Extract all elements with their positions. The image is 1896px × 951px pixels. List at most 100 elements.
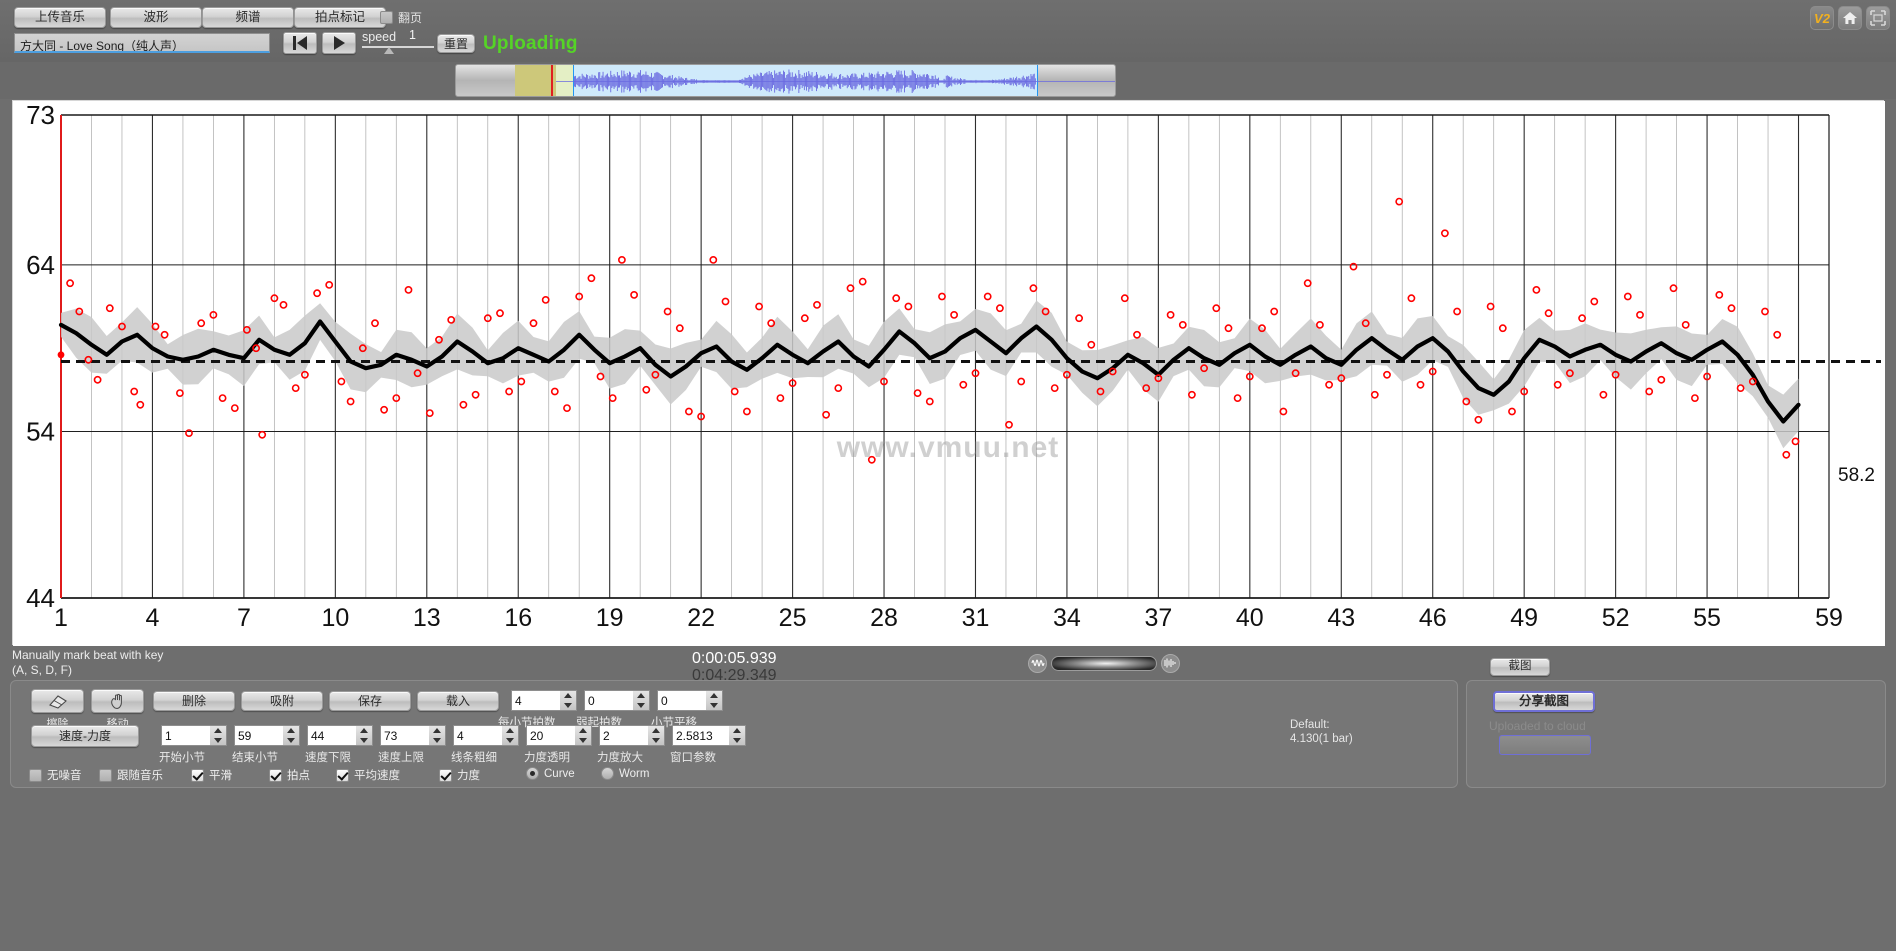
stepper-up-icon[interactable] [710,693,718,698]
snap-button[interactable]: 吸附 [241,691,323,711]
checkbox-box-average-tempo[interactable] [336,769,349,782]
checkbox-box-follow-music[interactable] [99,769,112,782]
page-flip-checkbox[interactable]: 翻页 [380,9,422,26]
screenshot-button[interactable]: 截图 [1490,658,1550,676]
stepper-up-icon[interactable] [579,728,587,733]
tempo-max-input[interactable]: 73 [380,725,430,746]
curve-mode-radio[interactable]: Curve [526,767,575,780]
stepper-up-icon[interactable] [287,728,295,733]
smooth-checkbox[interactable]: 平滑 [191,767,232,783]
window-param-stepper[interactable] [729,725,746,746]
volume-slider-track[interactable] [1051,656,1157,671]
speed-slider-thumb[interactable] [384,47,394,54]
x-tick-label: 49 [1510,604,1538,632]
stepper-down-icon[interactable] [287,738,295,743]
line-thickness-input[interactable]: 4 [453,725,503,746]
stepper-down-icon[interactable] [433,738,441,743]
tempo-chart-panel[interactable]: 7364544414710131619222528313437404346495… [12,100,1884,645]
checkbox-box-smooth[interactable] [191,769,204,782]
bar-offset-stepper[interactable] [706,690,723,711]
eraser-icon [47,693,69,709]
dynamics-checkbox[interactable]: 力度 [439,767,480,783]
tempo-min-input[interactable]: 44 [307,725,357,746]
end-bar-label: 结束小节 [232,749,278,765]
window-param-input[interactable]: 2.5813 [672,725,730,746]
beat-mark-button[interactable]: 拍点标记 [294,7,386,28]
checkbox-box-beat-points[interactable] [269,769,282,782]
stepper-up-icon[interactable] [733,728,741,733]
speed-slider[interactable]: speed 1 [362,28,434,46]
overview-waveform[interactable] [455,64,1116,97]
checkbox-box-dynamics[interactable] [439,769,452,782]
waveform-right-icon[interactable] [1161,654,1180,673]
overview-playhead[interactable] [551,65,553,96]
dynamics-scale-stepper[interactable] [648,725,665,746]
stepper-up-icon[interactable] [564,693,572,698]
no-noise-checkbox[interactable]: 无噪音 [29,767,82,783]
upload-music-button[interactable]: 上传音乐 [14,7,106,28]
stepper-down-icon[interactable] [579,738,587,743]
tempo-min-stepper[interactable] [356,725,373,746]
v2-badge-icon[interactable]: V2 [1810,6,1834,30]
tempo-max-stepper[interactable] [429,725,446,746]
window-param-label: 窗口参数 [670,749,716,765]
cloud-upload-status: Uploaded to cloud [1489,719,1586,733]
spectrum-button[interactable]: 频谱 [202,7,294,28]
bar-offset-value: 0 [661,694,668,708]
home-icon[interactable] [1838,6,1862,30]
dynamics-opacity-stepper[interactable] [575,725,592,746]
fullscreen-icon[interactable] [1866,6,1890,30]
start-bar-stepper[interactable] [210,725,227,746]
stepper-down-icon[interactable] [360,738,368,743]
song-title-field[interactable]: 方大同 - Love Song（纯人声） [14,33,270,53]
load-button[interactable]: 载入 [417,691,499,711]
beats-per-bar-input[interactable]: 4 [511,690,561,711]
bar-offset-input[interactable]: 0 [657,690,707,711]
follow-music-checkbox[interactable]: 跟随音乐 [99,767,163,783]
radio-dot-curve[interactable] [526,767,539,780]
rewind-to-start-button[interactable] [283,32,317,54]
save-button[interactable]: 保存 [329,691,411,711]
speed-slider-track[interactable] [362,46,434,48]
stepper-up-icon[interactable] [637,693,645,698]
tempo-chart-svg[interactable]: 7364544414710131619222528313437404346495… [13,101,1885,646]
radio-dot-worm[interactable] [601,767,614,780]
dynamics-opacity-input[interactable]: 20 [526,725,576,746]
stepper-up-icon[interactable] [433,728,441,733]
stepper-up-icon[interactable] [360,728,368,733]
play-button[interactable] [322,32,356,54]
beat-points-checkbox[interactable]: 拍点 [269,767,310,783]
move-tool[interactable] [91,689,144,713]
stepper-down-icon[interactable] [652,738,660,743]
tempo-dynamics-mode-button[interactable]: 速度-力度 [31,725,139,747]
stepper-down-icon[interactable] [733,738,741,743]
stepper-up-icon[interactable] [506,728,514,733]
checkbox-box-page-flip[interactable] [380,11,393,24]
end-bar-stepper[interactable] [283,725,300,746]
start-bar-input[interactable]: 1 [161,725,211,746]
share-screenshot-button[interactable]: 分享截图 [1493,691,1595,712]
dynamics-scale-input[interactable]: 2 [599,725,649,746]
erase-tool[interactable] [31,689,84,713]
delete-button[interactable]: 删除 [153,691,235,711]
stepper-up-icon[interactable] [652,728,660,733]
worm-mode-radio[interactable]: Worm [601,767,649,780]
end-bar-input[interactable]: 59 [234,725,284,746]
waveform-button[interactable]: 波形 [110,7,202,28]
beats-per-bar-stepper[interactable] [560,690,577,711]
reset-button[interactable]: 重置 [437,34,475,53]
checkbox-box-no-noise[interactable] [29,769,42,782]
line-thickness-stepper[interactable] [502,725,519,746]
stepper-up-icon[interactable] [214,728,222,733]
waveform-left-icon[interactable] [1028,654,1047,673]
stepper-down-icon[interactable] [506,738,514,743]
average-tempo-checkbox[interactable]: 平均速度 [336,767,400,783]
stepper-down-icon[interactable] [637,703,645,708]
stepper-down-icon[interactable] [710,703,718,708]
cloud-link-field[interactable] [1499,735,1591,755]
pickup-beats-stepper[interactable] [633,690,650,711]
stepper-down-icon[interactable] [214,738,222,743]
stepper-down-icon[interactable] [564,703,572,708]
pickup-beats-input[interactable]: 0 [584,690,634,711]
volume-slider[interactable] [1028,653,1180,673]
